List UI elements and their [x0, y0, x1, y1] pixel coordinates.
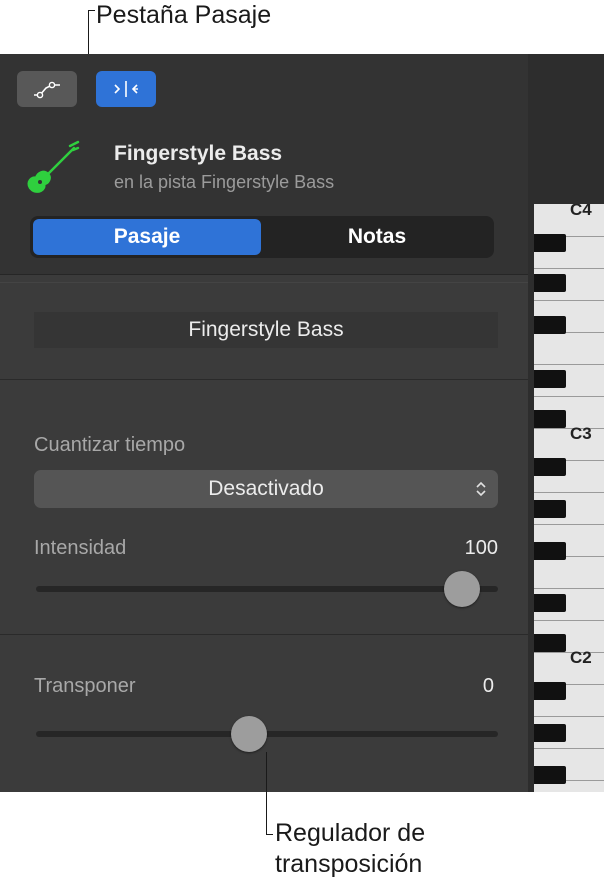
tab-region[interactable]: Pasaje	[33, 219, 261, 255]
piano-key-divider	[534, 588, 604, 589]
track-name: Fingerstyle Bass	[114, 142, 283, 165]
piano-keyboard[interactable]: C4 C3 C2	[528, 204, 604, 792]
transpose-value: 0	[482, 675, 494, 697]
divider	[0, 379, 528, 380]
strength-value: 100	[464, 537, 498, 559]
piano-label-c2: C2	[570, 648, 592, 667]
strength-slider-track[interactable]	[36, 586, 498, 592]
piano-key-divider	[534, 364, 604, 365]
bass-guitar-icon	[27, 140, 80, 193]
divider	[0, 634, 528, 635]
callout-region-tab: Pestaña Pasaje	[96, 1, 272, 29]
piano-key-divider	[534, 428, 604, 429]
piano-key-divider	[534, 748, 604, 749]
piano-black-key[interactable]	[534, 370, 566, 388]
piano-key-divider	[534, 652, 604, 653]
piano-key-divider	[534, 268, 604, 269]
callout-transpose-slider: Regulador de transposición	[275, 818, 425, 880]
track-subtitle: en la pista Fingerstyle Bass	[114, 172, 335, 192]
automation-button[interactable]	[17, 71, 77, 107]
piano-black-key[interactable]	[534, 766, 566, 784]
piano-black-key[interactable]	[534, 274, 566, 292]
callout-transpose-line1: Regulador de	[275, 819, 426, 847]
piano-key-divider	[534, 716, 604, 717]
piano-key-divider	[534, 300, 604, 301]
inspector-panel: Fingerstyle Bass en la pista Fingerstyle…	[0, 54, 604, 792]
piano-black-key[interactable]	[534, 500, 566, 518]
piano-black-key[interactable]	[534, 594, 566, 612]
region-name-field[interactable]: Fingerstyle Bass	[34, 312, 498, 348]
strength-label: Intensidad	[34, 537, 127, 559]
divider	[0, 282, 528, 283]
transpose-slider-knob[interactable]	[231, 716, 267, 752]
automation-curve-icon	[34, 81, 60, 99]
tab-notes[interactable]: Notas	[263, 219, 491, 255]
piano-black-key[interactable]	[534, 542, 566, 560]
editor-scissors-icon	[114, 81, 138, 97]
callout-transpose-line2: transposición	[275, 850, 423, 878]
quantize-popup[interactable]: Desactivado	[34, 470, 498, 508]
piano-key-divider	[534, 492, 604, 493]
piano-key-divider	[534, 620, 604, 621]
editor-button[interactable]	[96, 71, 156, 107]
quantize-value: Desactivado	[208, 477, 324, 500]
callout-line-transpose	[266, 752, 267, 834]
chevron-updown-icon	[476, 481, 486, 497]
callout-line-tick	[266, 834, 273, 835]
transpose-label: Transponer	[34, 675, 136, 697]
strength-slider-knob[interactable]	[444, 571, 480, 607]
piano-key-divider	[534, 396, 604, 397]
piano-key-divider	[534, 524, 604, 525]
quantize-label: Cuantizar tiempo	[34, 434, 186, 456]
piano-label-c4: C4	[570, 204, 592, 219]
piano-black-key[interactable]	[534, 234, 566, 252]
divider	[0, 274, 528, 275]
region-inspector: Fingerstyle Bass en la pista Fingerstyle…	[0, 54, 528, 792]
piano-black-key[interactable]	[534, 316, 566, 334]
transpose-slider-track[interactable]	[36, 731, 498, 737]
piano-white-keys	[534, 204, 604, 792]
piano-black-key[interactable]	[534, 724, 566, 742]
piano-black-key[interactable]	[534, 458, 566, 476]
piano-black-key[interactable]	[534, 634, 566, 652]
region-notes-segmented-control: Pasaje Notas	[30, 216, 494, 258]
piano-black-key[interactable]	[534, 682, 566, 700]
callout-line-tick	[88, 10, 95, 11]
piano-label-c3: C3	[570, 424, 592, 443]
piano-black-key[interactable]	[534, 410, 566, 428]
